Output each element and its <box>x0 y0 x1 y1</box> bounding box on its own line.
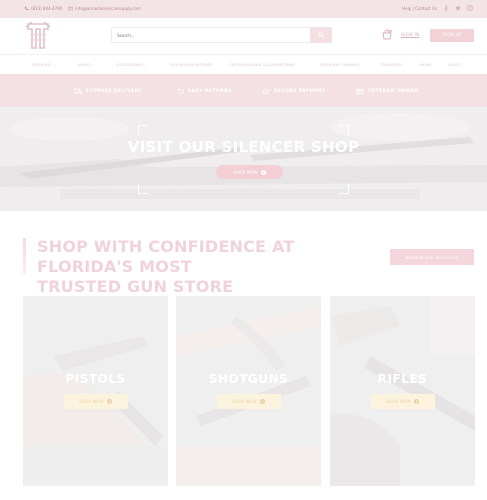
silencer-banner[interactable]: VISIT OUR SILENCER SHOP SHOP NOW <box>0 107 487 211</box>
nav-item-label: FIREARMS <box>32 63 52 67</box>
chevron-down-icon: ⌄ <box>144 63 148 67</box>
banner-shop-now-button[interactable]: SHOP NOW <box>216 165 283 179</box>
button-label: SHOP NOW <box>232 399 257 404</box>
feature-easy-returns: EASY RETURNS <box>176 88 232 95</box>
twitter-icon[interactable] <box>455 5 461 11</box>
feature-label: VETERAN OWNED <box>368 89 419 94</box>
category-shop-now-button[interactable]: SHOP NOW <box>216 394 281 409</box>
site-header: SIGN IN SIGN UP <box>0 18 487 54</box>
headline-line-1: SHOP WITH CONFIDENCE AT FLORIDA'S MOST <box>37 237 295 276</box>
feature-label: EASY RETURNS <box>188 89 232 94</box>
nav-item-label: AMMO <box>78 63 91 67</box>
nav-item-label: ACCESSORIES <box>116 63 144 67</box>
category-card-pistols[interactable]: PISTOLS SHOP NOW <box>23 296 168 486</box>
return-icon <box>177 88 184 94</box>
arrow-circle-icon <box>413 399 419 404</box>
search-button[interactable] <box>310 27 332 43</box>
contact-info: (813) 844-4780 info@armedamericansupply.… <box>24 6 141 11</box>
nav-item-transfers[interactable]: TRANSFERS <box>380 63 403 67</box>
category-title: RIFLES <box>377 372 428 386</box>
chevron-down-icon: ⌄ <box>53 63 57 67</box>
browse-selection-button[interactable]: BROWSE OUR SELECTION <box>390 249 474 265</box>
logo-icon[interactable] <box>24 21 52 51</box>
category-title: SHOTGUNS <box>208 372 289 386</box>
instagram-icon[interactable] <box>467 5 473 11</box>
frame-corner <box>339 125 349 135</box>
truck-icon <box>74 88 82 95</box>
signup-button[interactable]: SIGN UP <box>430 29 474 42</box>
pistols-photo <box>23 296 168 486</box>
feature-label: SECURE PAYMENT <box>274 89 326 94</box>
category-card-rifles[interactable]: RIFLES SHOP NOW <box>330 296 475 486</box>
button-label: SHOP NOW <box>79 399 104 404</box>
nav-item-accessories[interactable]: ACCESSORIES ⌄ <box>116 63 148 67</box>
headline-accent-bar <box>23 238 26 274</box>
phone-icon <box>24 6 29 11</box>
nav-item-gun-buyback[interactable]: GUN BUYBACK/TRADE <box>170 63 213 67</box>
shotguns-photo <box>176 296 321 486</box>
facebook-icon[interactable] <box>443 5 449 11</box>
category-title: PISTOLS <box>65 372 126 386</box>
shield-check-icon <box>263 88 269 95</box>
banner-background-image <box>0 107 487 211</box>
phone-link[interactable]: (813) 844-4780 <box>24 6 62 11</box>
phone-number: (813) 844-4780 <box>31 6 63 11</box>
nav-item-sales[interactable]: SALES <box>448 63 460 67</box>
arrow-circle-icon <box>260 169 266 175</box>
topbar-right: Help | Contact Us <box>402 5 473 11</box>
feature-express-delivery: EXPRESS DELIVERY <box>74 88 142 95</box>
signin-link[interactable]: SIGN IN <box>401 33 420 38</box>
category-card-shotguns[interactable]: SHOTGUNS SHOP NOW <box>176 296 321 486</box>
arrow-circle-icon <box>259 399 265 404</box>
email-link[interactable]: info@armedamericansupply.com <box>68 6 141 11</box>
mail-icon <box>68 6 74 11</box>
search-box <box>111 27 332 43</box>
frame-corner <box>138 184 148 194</box>
search-icon <box>318 32 324 38</box>
feature-veteran-owned: VETERAN OWNED <box>356 88 418 95</box>
nav-item-custom-builds[interactable]: CUSTOM BUILDS & GUNSMITHING <box>229 63 295 67</box>
frame-corner <box>339 184 349 194</box>
feature-secure-payment: SECURE PAYMENT <box>262 88 326 95</box>
rifles-photo <box>330 296 475 486</box>
email-address: info@armedamericansupply.com <box>75 6 141 11</box>
section-headline: SHOP WITH CONFIDENCE AT FLORIDA'S MOST T… <box>37 237 377 297</box>
feature-label: EXPRESS DELIVERY <box>86 89 143 94</box>
headline-line-2: TRUSTED GUN STORE <box>37 277 234 296</box>
top-bar: (813) 844-4780 info@armedamericansupply.… <box>0 0 487 18</box>
nav-item-news[interactable]: NEWS <box>420 63 432 67</box>
search-input[interactable] <box>117 30 307 41</box>
help-contact-link[interactable]: Help | Contact Us <box>402 6 437 11</box>
button-label: SHOP NOW <box>233 169 258 175</box>
chevron-down-icon: ⌄ <box>91 63 95 67</box>
button-label: SHOP NOW <box>386 399 411 404</box>
nav-item-ammo[interactable]: AMMO ⌄ <box>78 63 95 67</box>
arrow-circle-icon <box>106 399 112 404</box>
features-strip: EXPRESS DELIVERY EASY RETURNS SECURE PAY… <box>0 74 487 107</box>
nav-item-training[interactable]: FIREARMS TRAINING <box>320 63 360 67</box>
flag-icon <box>356 88 364 95</box>
frame-corner <box>138 125 148 135</box>
nav-item-firearms[interactable]: FIREARMS ⌄ <box>32 63 56 67</box>
category-shop-now-button[interactable]: SHOP NOW <box>370 394 435 409</box>
banner-title: VISIT OUR SILENCER SHOP <box>127 138 360 156</box>
main-nav: FIREARMS ⌄ AMMO ⌄ ACCESSORIES ⌄ GUN BUYB… <box>0 54 487 74</box>
cart-icon[interactable] <box>382 29 392 40</box>
category-shop-now-button[interactable]: SHOP NOW <box>63 394 128 409</box>
